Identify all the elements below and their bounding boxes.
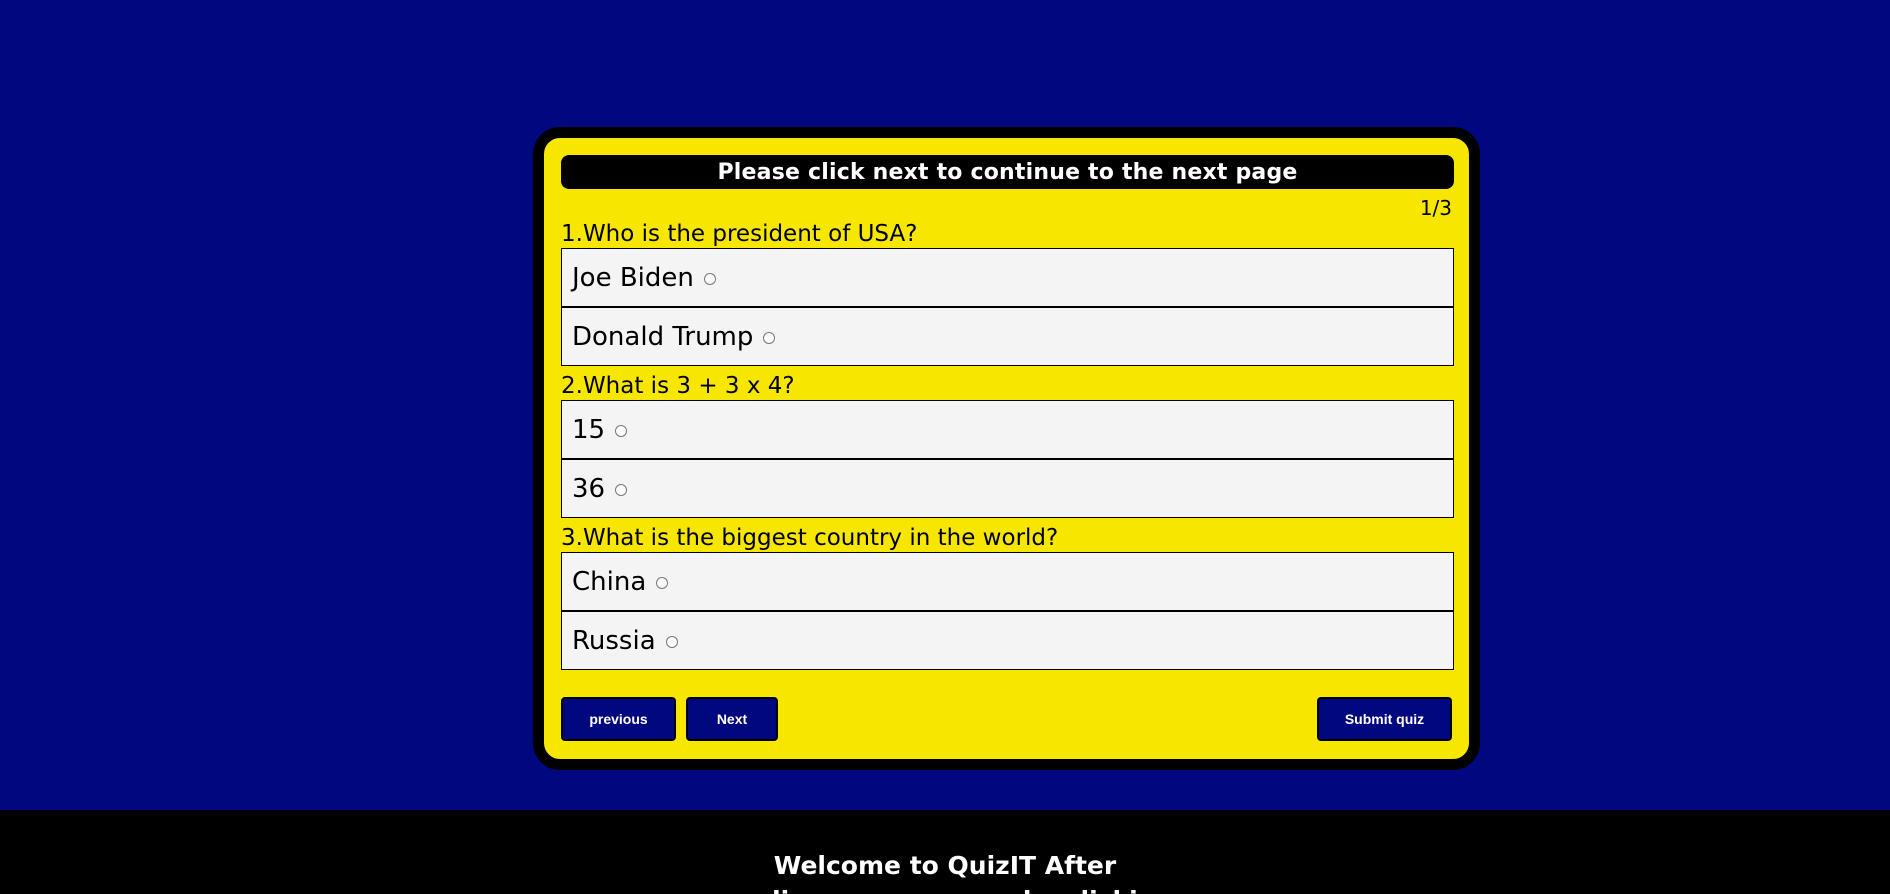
question-title-1: 1.Who is the president of USA? (561, 221, 918, 247)
answer-option[interactable]: Russia (561, 611, 1454, 670)
answer-option-label: Donald Trump (572, 321, 754, 352)
answer-option[interactable]: Joe Biden (561, 248, 1454, 307)
radio-button[interactable] (615, 483, 628, 496)
question-title-3: 3.What is the biggest country in the wor… (561, 525, 1059, 551)
answer-option-label: China (572, 566, 647, 597)
answer-option-label: Russia (572, 625, 656, 656)
footer-welcome-text: Welcome to QuizIT After (773, 851, 1117, 880)
answer-option[interactable]: China (561, 552, 1454, 611)
question-title-2: 2.What is 3 + 3 x 4? (561, 373, 795, 399)
previous-button[interactable]: previous (561, 697, 676, 741)
instruction-banner: Please click next to continue to the nex… (561, 155, 1454, 189)
answer-option[interactable]: 15 (561, 400, 1454, 459)
answer-option[interactable]: 36 (561, 459, 1454, 518)
answer-option-label: 15 (572, 414, 606, 445)
radio-button[interactable] (665, 635, 678, 648)
answer-option[interactable]: Donald Trump (561, 307, 1454, 366)
radio-button[interactable] (703, 272, 716, 285)
radio-button[interactable] (615, 424, 628, 437)
quiz-card: Please click next to continue to the nex… (534, 128, 1479, 769)
footer-secondary-text: reading our message by clicking (0, 885, 1890, 894)
page-indicator: 1/3 (1419, 196, 1452, 220)
answer-option-label: 36 (572, 473, 606, 504)
answer-option-label: Joe Biden (572, 262, 694, 293)
submit-quiz-button[interactable]: Submit quiz (1317, 697, 1452, 741)
radio-button[interactable] (656, 576, 669, 589)
radio-button[interactable] (763, 331, 776, 344)
quiz-page: Please click next to continue to the nex… (0, 0, 1890, 894)
footer: Welcome to QuizIT After reading our mess… (0, 810, 1890, 894)
next-button[interactable]: Next (686, 697, 778, 741)
